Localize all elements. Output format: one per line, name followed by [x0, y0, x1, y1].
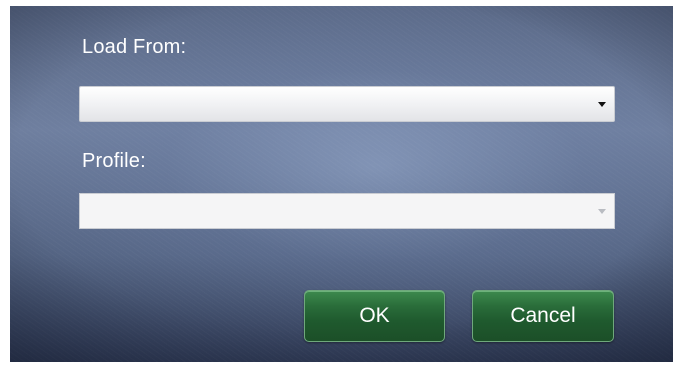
- profile-dropdown[interactable]: [79, 193, 615, 229]
- profile-label: Profile:: [82, 150, 146, 172]
- cancel-button[interactable]: Cancel: [472, 290, 614, 342]
- load-from-dropdown[interactable]: [79, 86, 615, 122]
- chevron-down-icon: [598, 102, 606, 107]
- load-profile-dialog: Load From: Profile: OK Cancel: [10, 6, 673, 362]
- ok-button[interactable]: OK: [304, 290, 445, 342]
- chevron-down-icon: [598, 209, 606, 214]
- load-from-label: Load From:: [82, 36, 187, 58]
